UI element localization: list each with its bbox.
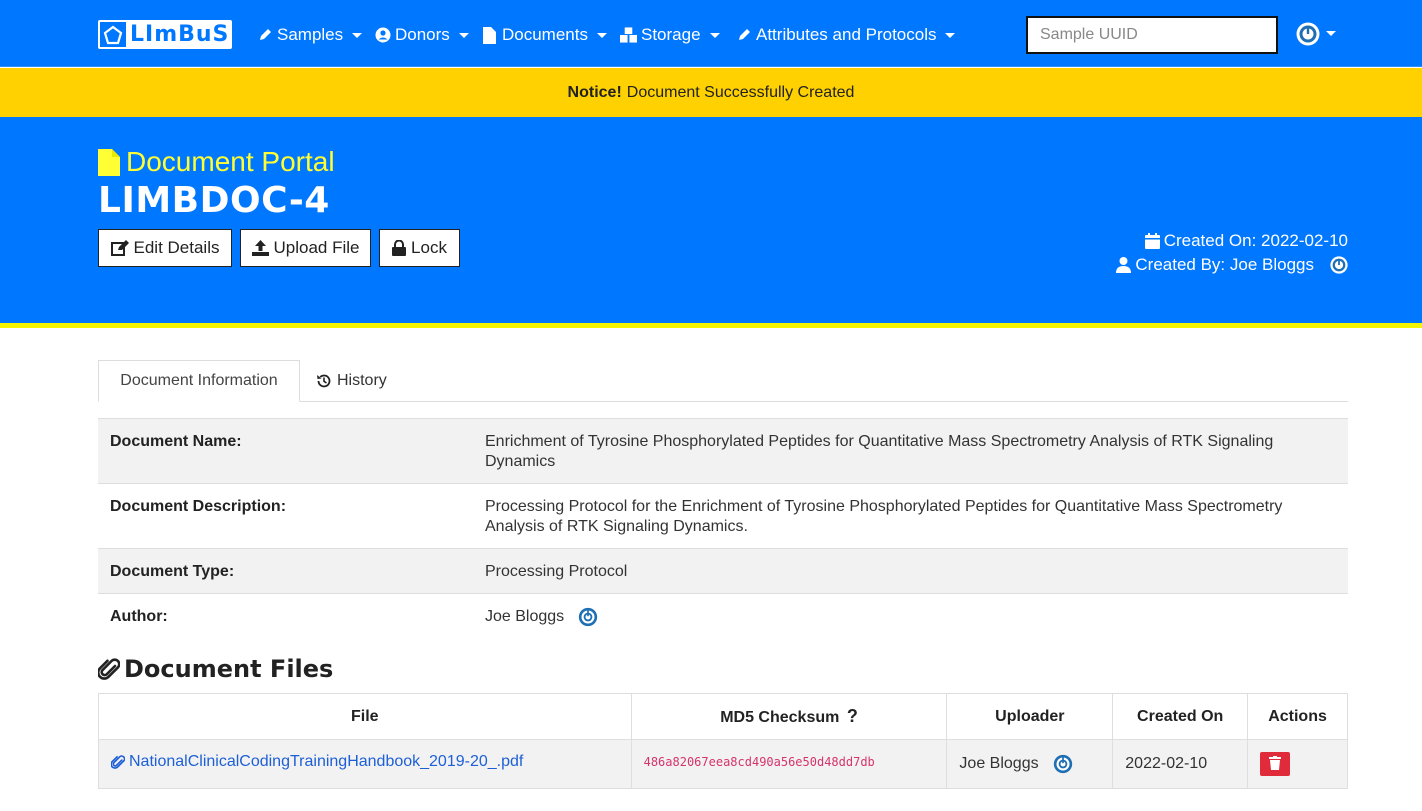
- actions-cell: [1247, 739, 1348, 789]
- column-file: File: [98, 693, 632, 740]
- tab-history-label: History: [337, 372, 387, 389]
- document-description-value: Processing Protocol for the Enrichment o…: [485, 498, 1283, 535]
- user-menu[interactable]: [1296, 22, 1336, 51]
- navbar: LImBuS Samples Donors Documents Storage: [0, 0, 1422, 67]
- nav-storage-label: Storage: [641, 25, 701, 44]
- orcid-icon[interactable]: [1053, 754, 1073, 774]
- boxes-icon: [620, 27, 637, 44]
- orcid-icon[interactable]: [1330, 256, 1348, 274]
- document-type-label: Document Type:: [110, 563, 235, 580]
- document-files-title: Document Files: [124, 655, 334, 683]
- column-created-on: Created On: [1112, 693, 1249, 740]
- md5-cell: 486a82067eea8cd490a56e50d48dd7db: [630, 739, 948, 789]
- nav-attributes-label: Attributes and Protocols: [756, 25, 937, 44]
- upload-file-button[interactable]: Upload File: [240, 229, 371, 267]
- tab-history[interactable]: History: [316, 360, 387, 402]
- user-icon: [1116, 257, 1132, 273]
- tab-document-information[interactable]: Document Information: [98, 360, 300, 402]
- author-value: Joe Bloggs: [485, 607, 1335, 627]
- uploader-value: Joe Bloggs: [959, 754, 1072, 774]
- document-files-heading: Document Files: [98, 655, 333, 683]
- chevron-down-icon: [458, 32, 469, 38]
- page-title: LIMBDOC-4: [98, 180, 330, 221]
- document-name-value: Enrichment of Tyrosine Phosphorylated Pe…: [485, 433, 1274, 470]
- info-row-document-name: Document Name: Enrichment of Tyrosine Ph…: [98, 418, 1348, 484]
- created-on: Created On: 2022-02-10: [1144, 231, 1348, 251]
- file-icon: [481, 26, 498, 44]
- document-description-label: Document Description:: [110, 498, 287, 515]
- lock-icon: [392, 240, 407, 256]
- column-md5: MD5 Checksum ?: [630, 693, 948, 740]
- portal-title: Document Portal: [98, 146, 335, 178]
- pen-icon: [735, 27, 752, 44]
- paperclip-icon: [98, 657, 120, 681]
- chevron-down-icon: [1326, 31, 1336, 36]
- created-by: Created By: Joe Bloggs: [1116, 255, 1348, 275]
- user-circle-icon: [374, 27, 391, 44]
- lock-label: Lock: [411, 238, 447, 257]
- uploader-name: Joe Bloggs: [959, 755, 1039, 772]
- paperclip-icon: [111, 754, 125, 770]
- document-files-table: File MD5 Checksum ? Uploader Created On …: [98, 693, 1348, 789]
- delete-file-button[interactable]: [1260, 752, 1291, 776]
- brand-name: LImBuS: [130, 22, 230, 47]
- calendar-icon: [1144, 233, 1160, 249]
- nav-documents[interactable]: Documents: [481, 24, 607, 46]
- author-label: Author:: [110, 608, 168, 625]
- created-on-text: Created On: 2022-02-10: [1163, 231, 1348, 250]
- table-row: NationalClinicalCodingTrainingHandbook_2…: [98, 739, 1348, 789]
- upload-icon: [251, 240, 269, 256]
- sample-uuid-search-input[interactable]: [1026, 16, 1278, 54]
- document-name-label: Document Name:: [110, 433, 242, 450]
- history-icon: [316, 373, 332, 389]
- file-cell: NationalClinicalCodingTrainingHandbook_2…: [98, 739, 632, 789]
- file-name: NationalClinicalCodingTrainingHandbook_2…: [129, 753, 524, 770]
- uploader-cell: Joe Bloggs: [946, 739, 1114, 789]
- portal-title-text: Document Portal: [126, 146, 335, 177]
- info-row-document-type: Document Type: Processing Protocol: [98, 549, 1348, 594]
- column-md5-label: MD5 Checksum: [720, 709, 840, 726]
- header-divider: [0, 323, 1422, 328]
- tab-bar: Document Information History: [98, 360, 1348, 402]
- file-link[interactable]: NationalClinicalCodingTrainingHandbook_2…: [111, 753, 523, 771]
- column-actions: Actions: [1247, 693, 1348, 740]
- notice-banner: Notice! Document Successfully Created: [0, 68, 1422, 117]
- nav-attributes-protocols[interactable]: Attributes and Protocols: [735, 24, 956, 46]
- pentagon-logo-icon: [100, 22, 126, 47]
- edit-details-button[interactable]: Edit Details: [98, 229, 232, 267]
- nav-samples[interactable]: Samples: [256, 24, 363, 46]
- md5-value: 486a82067eea8cd490a56e50d48dd7db: [643, 755, 875, 769]
- edit-icon: [110, 240, 129, 256]
- trash-icon: [1269, 755, 1282, 773]
- nav-donors-label: Donors: [395, 25, 450, 44]
- document-type-value: Processing Protocol: [485, 563, 628, 580]
- lock-button[interactable]: Lock: [379, 229, 460, 267]
- chevron-down-icon: [596, 32, 607, 38]
- notice-text: Document Successfully Created: [626, 83, 855, 101]
- nav-storage[interactable]: Storage: [620, 24, 720, 46]
- orcid-icon: [1296, 22, 1320, 51]
- nav-samples-label: Samples: [277, 25, 344, 44]
- edit-details-label: Edit Details: [133, 238, 220, 257]
- file-icon: [98, 148, 120, 176]
- notice-strong: Notice!: [567, 83, 622, 101]
- help-icon[interactable]: ?: [847, 706, 858, 727]
- nav-donors[interactable]: Donors: [374, 24, 469, 46]
- nav-documents-label: Documents: [502, 25, 588, 44]
- upload-file-label: Upload File: [273, 238, 360, 257]
- table-header-row: File MD5 Checksum ? Uploader Created On …: [98, 693, 1348, 740]
- chevron-down-icon: [945, 32, 956, 38]
- info-row-document-description: Document Description: Processing Protoco…: [98, 484, 1348, 549]
- chevron-down-icon: [352, 32, 363, 38]
- info-row-author: Author: Joe Bloggs: [98, 594, 1348, 640]
- tab-document-information-label: Document Information: [120, 372, 278, 389]
- created-on-cell: 2022-02-10: [1112, 739, 1249, 789]
- pen-icon: [256, 27, 273, 44]
- chevron-down-icon: [709, 32, 720, 38]
- column-uploader: Uploader: [946, 693, 1114, 740]
- brand-logo[interactable]: LImBuS: [98, 20, 232, 49]
- created-by-text: Created By: Joe Bloggs: [1135, 255, 1314, 274]
- orcid-icon[interactable]: [578, 607, 598, 627]
- author-name: Joe Bloggs: [485, 608, 565, 625]
